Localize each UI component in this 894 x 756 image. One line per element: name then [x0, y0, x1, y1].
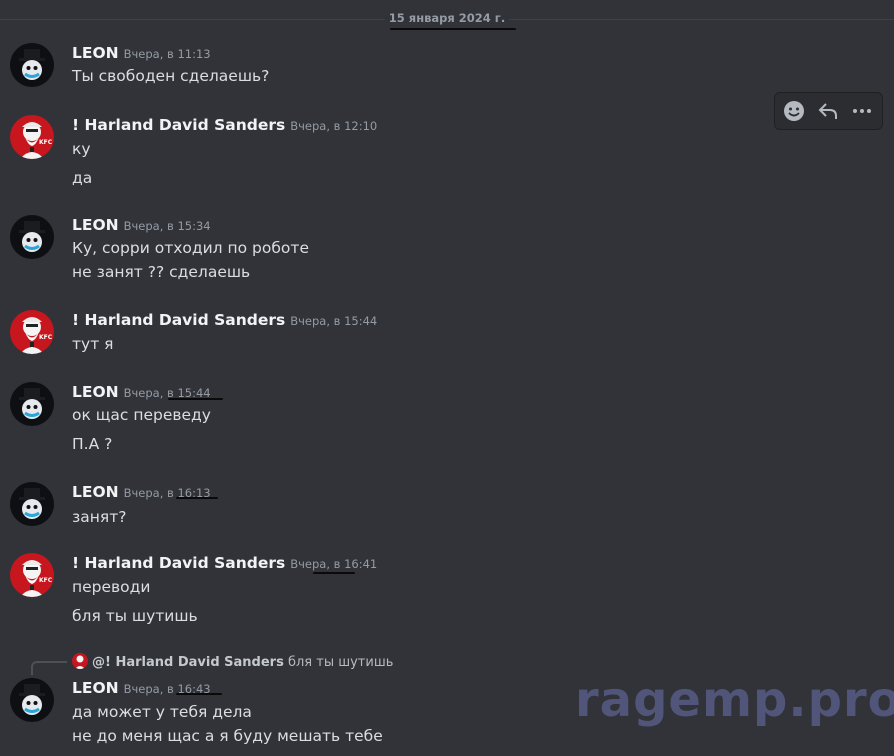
- reply-text: бля ты шутишь: [287, 655, 394, 670]
- scribble-mark: [176, 497, 218, 499]
- message-text: да может у тебя дела: [72, 703, 252, 721]
- author-name[interactable]: LEON: [72, 216, 119, 234]
- svg-text:KFC: KFC: [39, 577, 53, 584]
- avatar[interactable]: KFC: [10, 553, 54, 597]
- message-text: тут я: [72, 335, 114, 353]
- scribble-mark: [313, 572, 355, 574]
- reply-preview[interactable]: @! Harland David Sanders бля ты шутишь: [72, 653, 393, 670]
- avatar[interactable]: [10, 215, 54, 259]
- timestamp[interactable]: Вчера, в 15:44: [290, 314, 377, 328]
- author-name[interactable]: ! Harland David Sanders: [72, 116, 285, 134]
- message-text: не занят ?? сделаешь: [72, 263, 251, 281]
- author-name[interactable]: ! Harland David Sanders: [72, 554, 285, 572]
- message-text: не до меня щас а я буду мешать тебе: [72, 727, 383, 745]
- avatar[interactable]: [10, 43, 54, 87]
- avatar[interactable]: [10, 382, 54, 426]
- message-text: ку: [72, 140, 91, 158]
- reply-avatar-icon: [72, 653, 88, 669]
- timestamp[interactable]: Вчера, в 15:34: [124, 219, 211, 233]
- reply-icon[interactable]: [814, 98, 842, 124]
- reply-mention[interactable]: @! Harland David Sanders: [92, 655, 284, 670]
- more-icon[interactable]: [848, 98, 876, 124]
- author-name[interactable]: LEON: [72, 483, 119, 501]
- message-text: переводи: [72, 578, 151, 596]
- message-text: бля ты шутишь: [72, 607, 198, 625]
- author-name[interactable]: LEON: [72, 679, 119, 697]
- reply-connector: [31, 661, 67, 675]
- watermark: ragemp.pro: [575, 672, 894, 728]
- message-text: занят?: [72, 508, 127, 526]
- message-text: Ты свободен сделаешь?: [72, 67, 270, 85]
- avatar[interactable]: KFC: [10, 310, 54, 354]
- date-divider-label: 15 января 2024 г.: [384, 11, 510, 25]
- author-name[interactable]: LEON: [72, 383, 119, 401]
- author-name[interactable]: ! Harland David Sanders: [72, 311, 285, 329]
- svg-text:KFC: KFC: [39, 139, 53, 146]
- timestamp[interactable]: Вчера, в 16:41: [290, 557, 377, 571]
- timestamp[interactable]: Вчера, в 12:10: [290, 119, 377, 133]
- avatar[interactable]: [10, 678, 54, 722]
- timestamp[interactable]: Вчера, в 11:13: [124, 47, 211, 61]
- avatar[interactable]: KFC: [10, 115, 54, 159]
- message-text: П.А ?: [72, 435, 113, 453]
- message-text: ок щас переведу: [72, 406, 211, 424]
- emoji-icon[interactable]: [780, 98, 808, 124]
- author-name[interactable]: LEON: [72, 44, 119, 62]
- avatar[interactable]: [10, 482, 54, 526]
- svg-text:KFC: KFC: [39, 334, 53, 341]
- scribble-mark: [168, 398, 223, 400]
- message-hover-toolbar: [774, 92, 883, 130]
- message-text: Ку, сорри отходил по роботе: [72, 239, 309, 257]
- scribble-mark: [390, 28, 516, 30]
- scribble-mark: [176, 693, 222, 695]
- message-text: да: [72, 169, 93, 187]
